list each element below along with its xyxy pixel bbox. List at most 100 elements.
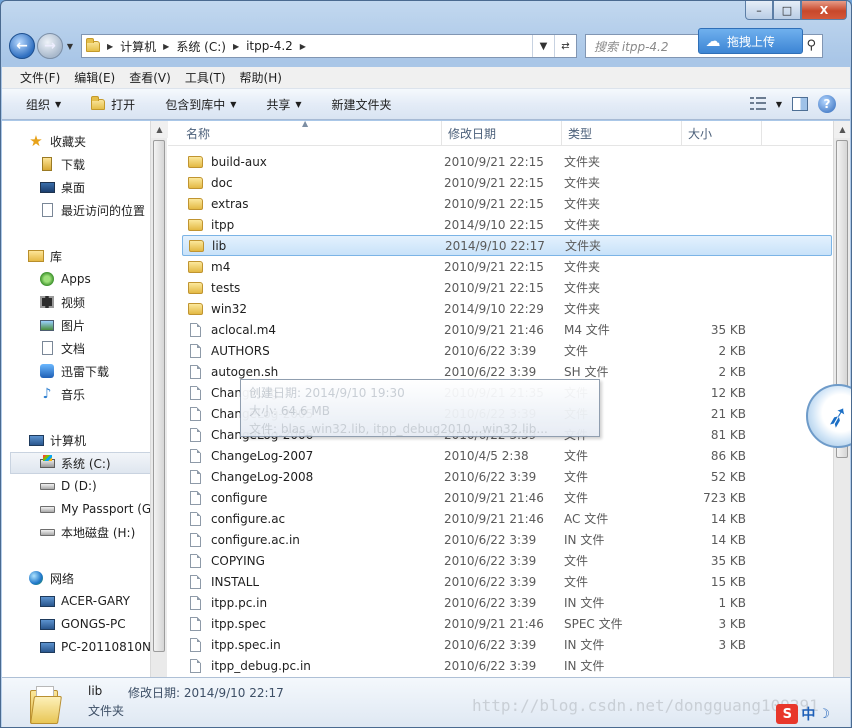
file-row[interactable]: build-aux 2010/9/21 22:15 文件夹 — [182, 151, 832, 172]
menu-help[interactable]: 帮助(H) — [240, 69, 282, 86]
file-row[interactable]: itpp.pc.in 2010/6/22 3:39 IN 文件 1 KB — [182, 592, 832, 613]
address-dropdown-button[interactable]: ▼ — [532, 35, 554, 57]
nav-thunder-downloads[interactable]: 迅雷下载 — [39, 360, 109, 382]
nav-c-drive[interactable]: 系统 (C:) — [10, 452, 150, 474]
breadcrumb-separator-icon[interactable]: ▶ — [233, 42, 239, 51]
breadcrumb-computer[interactable]: 计算机 — [120, 38, 156, 55]
nav-pictures[interactable]: 图片 — [39, 314, 85, 336]
nav-h-drive[interactable]: 本地磁盘 (H:) — [39, 521, 135, 543]
chevron-down-icon[interactable]: ▼ — [776, 100, 782, 109]
file-name-cell: aclocal.m4 — [182, 322, 444, 337]
file-date: 2014/9/10 22:15 — [444, 217, 544, 232]
nav-apps[interactable]: Apps — [39, 268, 91, 290]
nav-favorites[interactable]: ★ 收藏夹 — [28, 130, 86, 152]
nav-my-passport[interactable]: My Passport (G — [39, 498, 150, 520]
maximize-button[interactable]: □ — [773, 1, 801, 20]
forward-button[interactable]: → — [37, 33, 63, 59]
file-row[interactable]: aclocal.m4 2010/9/21 21:46 M4 文件 35 KB — [182, 319, 832, 340]
view-options-icon[interactable] — [749, 97, 766, 111]
nav-documents[interactable]: 文档 — [39, 337, 85, 359]
file-name: tests — [211, 280, 241, 295]
nav-desktop[interactable]: 桌面 — [39, 176, 85, 198]
open-button[interactable]: 打开 — [91, 95, 135, 113]
menu-tools[interactable]: 工具(T) — [185, 69, 226, 86]
menu-edit[interactable]: 编辑(E) — [74, 69, 115, 86]
file-row[interactable]: AUTHORS 2010/6/22 3:39 文件 2 KB — [182, 340, 832, 361]
file-name-cell: configure — [182, 490, 444, 505]
file-row[interactable]: COPYING 2010/6/22 3:39 文件 35 KB — [182, 550, 832, 571]
include-in-library-button[interactable]: 包含到库中 ▼ — [165, 96, 236, 113]
file-row[interactable]: itpp_debug.pc.in 2010/6/22 3:39 IN 文件 — [182, 655, 832, 676]
back-button[interactable]: ← — [9, 33, 35, 59]
organize-button[interactable]: 组织 ▼ — [26, 96, 61, 113]
file-row[interactable]: tests 2010/9/21 22:15 文件夹 — [182, 277, 832, 298]
nav-videos[interactable]: 视频 — [39, 291, 85, 313]
scroll-up-icon[interactable]: ▲ — [151, 121, 168, 138]
breadcrumb-c-drive[interactable]: 系统 (C:) — [176, 38, 226, 55]
drag-upload-widget[interactable]: ☁ 拖拽上传 — [698, 28, 803, 54]
breadcrumb-separator-icon[interactable]: ▶ — [300, 42, 306, 51]
chevron-down-icon: ▼ — [66, 41, 74, 51]
file-row[interactable]: configure.ac 2010/9/21 21:46 AC 文件 14 KB — [182, 508, 832, 529]
file-row[interactable]: ChangeLog-2007 2010/4/5 2:38 文件 86 KB — [182, 445, 832, 466]
ime-toolbar[interactable]: S 中 ☽ — [776, 704, 830, 724]
scroll-up-icon[interactable]: ▲ — [834, 121, 850, 138]
column-date[interactable]: 修改日期 — [442, 121, 562, 146]
nav-gongs-pc[interactable]: GONGS-PC — [39, 613, 126, 635]
file-type: IN 文件 — [564, 596, 605, 610]
column-type[interactable]: 类型 — [562, 121, 682, 146]
file-row[interactable]: win32 2014/9/10 22:29 文件夹 — [182, 298, 832, 319]
file-row[interactable]: INSTALL 2010/6/22 3:39 文件 15 KB — [182, 571, 832, 592]
nav-libraries[interactable]: 库 — [28, 245, 62, 267]
file-row[interactable]: lib 2014/9/10 22:17 文件夹 — [182, 235, 832, 256]
file-name: configure.ac.in — [211, 532, 300, 547]
file-row[interactable]: itpp.spec.in 2010/6/22 3:39 IN 文件 3 KB — [182, 634, 832, 655]
nav-network[interactable]: 网络 — [28, 567, 74, 589]
column-name[interactable]: 名称 ▲ — [168, 121, 442, 146]
breadcrumb-itpp[interactable]: itpp-4.2 — [246, 39, 293, 53]
ime-mode-icon[interactable]: ☽ — [818, 707, 830, 722]
column-size[interactable]: 大小 — [682, 121, 762, 146]
nav-scroll-thumb[interactable] — [153, 140, 165, 652]
nav-d-drive[interactable]: D (D:) — [39, 475, 97, 497]
nav-computer[interactable]: 计算机 — [28, 429, 86, 451]
sogou-logo-icon[interactable]: S — [776, 704, 799, 724]
file-row[interactable]: configure.ac.in 2010/6/22 3:39 IN 文件 14 KB — [182, 529, 832, 550]
nav-recent[interactable]: 最近访问的位置 — [39, 199, 145, 221]
file-row[interactable]: extras 2010/9/21 22:15 文件夹 — [182, 193, 832, 214]
chevron-down-icon: ▼ — [230, 99, 237, 109]
file-type: IN 文件 — [564, 659, 605, 673]
large-folder-icon — [28, 684, 68, 724]
menu-view[interactable]: 查看(V) — [129, 69, 171, 86]
file-row[interactable]: configure 2010/9/21 21:46 文件 723 KB — [182, 487, 832, 508]
share-button[interactable]: 共享 ▼ — [266, 96, 301, 113]
ime-language[interactable]: 中 — [801, 704, 815, 724]
preview-pane-icon[interactable] — [792, 97, 808, 111]
recent-pages-dropdown[interactable]: ▼ — [63, 42, 77, 51]
breadcrumb-separator-icon[interactable]: ▶ — [163, 42, 169, 51]
nav-scrollbar[interactable]: ▲ — [150, 121, 168, 677]
close-button[interactable]: X — [801, 1, 847, 20]
nav-downloads[interactable]: 下载 — [39, 153, 85, 175]
file-name: itpp.spec — [211, 616, 266, 631]
minimize-button[interactable]: – — [745, 1, 773, 20]
new-folder-button[interactable]: 新建文件夹 — [332, 96, 392, 113]
nav-acer-gary[interactable]: ACER-GARY — [39, 590, 130, 612]
nav-music[interactable]: ♪ 音乐 — [39, 383, 85, 405]
menu-file[interactable]: 文件(F) — [20, 69, 60, 86]
help-icon[interactable]: ? — [818, 95, 836, 113]
file-row[interactable]: ChangeLog-2008 2010/6/22 3:39 文件 52 KB — [182, 466, 832, 487]
address-bar[interactable]: ▶ 计算机 ▶ 系统 (C:) ▶ itpp-4.2 ▶ ▼ ⇄ — [81, 34, 577, 58]
breadcrumb-separator-icon[interactable]: ▶ — [107, 42, 113, 51]
search-input[interactable]: 搜索 itpp-4.2 — [594, 38, 669, 55]
folder-icon — [189, 239, 204, 252]
refresh-icon[interactable]: ⇄ — [554, 35, 576, 57]
file-type: 文件夹 — [564, 155, 601, 169]
search-icon[interactable]: ⚲ — [806, 38, 816, 53]
nav-pc-20110810[interactable]: PC-20110810NV — [39, 636, 150, 658]
file-row[interactable]: itpp 2014/9/10 22:15 文件夹 — [182, 214, 832, 235]
address-tail: ▼ ⇄ — [532, 35, 576, 57]
file-row[interactable]: m4 2010/9/21 22:15 文件夹 — [182, 256, 832, 277]
file-row[interactable]: itpp.spec 2010/9/21 21:46 SPEC 文件 3 KB — [182, 613, 832, 634]
file-row[interactable]: doc 2010/9/21 22:15 文件夹 — [182, 172, 832, 193]
